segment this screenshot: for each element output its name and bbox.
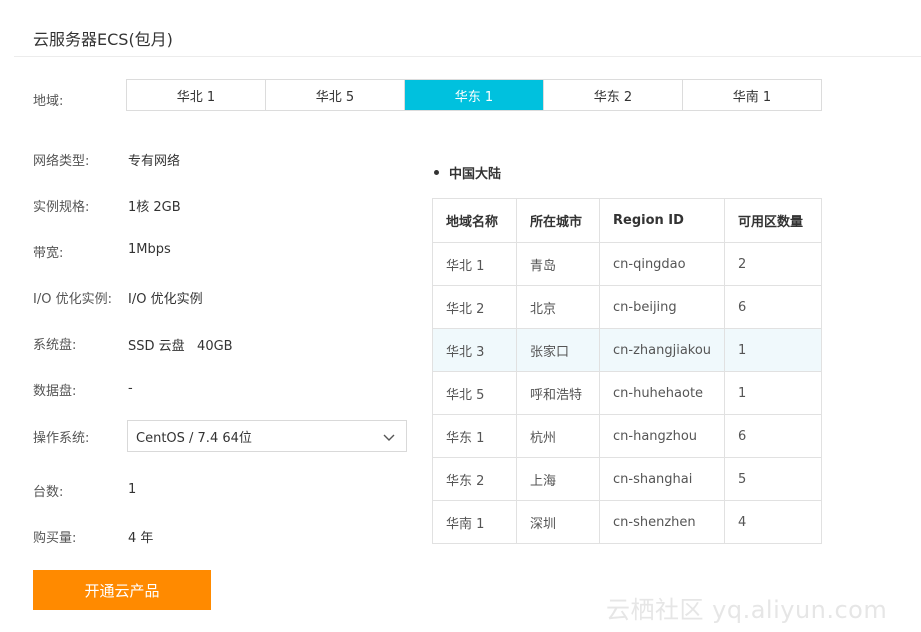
table-cell: 1 [724, 328, 823, 372]
table-cell: 6 [724, 285, 823, 329]
table-cell: 5 [724, 457, 823, 501]
page-header: 云服务器ECS(包月) [14, 0, 921, 57]
table-cell: cn-huhehaote [598, 371, 726, 415]
table-cell: 2 [724, 242, 823, 286]
table-cell: 6 [724, 414, 823, 458]
io-optimized-value: I/O 优化实例 [128, 292, 203, 307]
region-tabs: 华北 1 华北 5 华东 1 华东 2 华南 1 [126, 79, 822, 111]
table-cell: 张家口 [516, 328, 600, 372]
region-tab-huadong-2[interactable]: 华东 2 [544, 80, 683, 110]
os-select[interactable]: CentOS / 7.4 64位 [127, 420, 407, 452]
data-disk-value: - [128, 381, 133, 396]
column-header-region-id: Region ID [598, 198, 726, 243]
os-label: 操作系统: [33, 431, 90, 446]
table-row: 华北 1 青岛 cn-qingdao 2 [432, 242, 823, 286]
region-label: 地域: [33, 94, 64, 109]
table-cell: 华北 2 [432, 285, 517, 329]
table-cell: cn-shenzhen [598, 500, 726, 544]
table-cell: 杭州 [516, 414, 600, 458]
os-select-value: CentOS / 7.4 64位 [136, 430, 252, 446]
table-cell: 深圳 [516, 500, 600, 544]
watermark: 云栖社区 yq.aliyun.com [606, 596, 888, 624]
column-header-region-name: 地域名称 [432, 198, 517, 243]
table-cell: 华东 1 [432, 414, 517, 458]
table-cell: 上海 [516, 457, 600, 501]
quantity-value: 1 [128, 482, 137, 497]
region-tab-huadong-1[interactable]: 华东 1 [405, 80, 544, 110]
activate-product-button[interactable]: 开通云产品 [33, 570, 211, 610]
bandwidth-value: 1Mbps [128, 242, 171, 257]
table-cell: 青岛 [516, 242, 600, 286]
table-cell: cn-beijing [598, 285, 726, 329]
table-row: 华南 1 深圳 cn-shenzhen 4 [432, 500, 823, 544]
table-cell: 4 [724, 500, 823, 544]
table-cell: 华北 3 [432, 328, 517, 372]
region-tab-huabei-1[interactable]: 华北 1 [127, 80, 266, 110]
table-cell: 华北 5 [432, 371, 517, 415]
table-cell: 北京 [516, 285, 600, 329]
table-cell: 1 [724, 371, 823, 415]
table-row: 华东 2 上海 cn-shanghai 5 [432, 457, 823, 501]
bullet-icon [434, 170, 439, 175]
region-tab-huanan-1[interactable]: 华南 1 [683, 80, 821, 110]
system-disk-value: SSD 云盘 40GB [128, 339, 233, 354]
data-disk-label: 数据盘: [33, 384, 77, 399]
chevron-down-icon [383, 434, 395, 441]
instance-spec-value: 1核 2GB [128, 200, 181, 215]
table-header-row: 地域名称 所在城市 Region ID 可用区数量 [432, 198, 823, 243]
table-cell: cn-shanghai [598, 457, 726, 501]
network-type-value: 专有网络 [128, 154, 181, 169]
column-header-zone-count: 可用区数量 [724, 198, 823, 243]
table-cell: 华东 2 [432, 457, 517, 501]
mainland-heading-text: 中国大陆 [449, 167, 502, 182]
table-row-highlighted: 华北 3 张家口 cn-zhangjiakou 1 [432, 328, 823, 372]
table-cell: cn-qingdao [598, 242, 726, 286]
table-row: 华北 2 北京 cn-beijing 6 [432, 285, 823, 329]
table-row: 华北 5 呼和浩特 cn-huhehaote 1 [432, 371, 823, 415]
quantity-label: 台数: [33, 485, 64, 500]
table-row: 华东 1 杭州 cn-hangzhou 6 [432, 414, 823, 458]
table-cell: cn-hangzhou [598, 414, 726, 458]
purchase-duration-label: 购买量: [33, 531, 77, 546]
region-tab-huabei-5[interactable]: 华北 5 [266, 80, 405, 110]
instance-spec-label: 实例规格: [33, 200, 90, 215]
system-disk-label: 系统盘: [33, 338, 77, 353]
table-cell: cn-zhangjiakou [598, 328, 726, 372]
table-cell: 呼和浩特 [516, 371, 600, 415]
io-optimized-label: I/O 优化实例: [33, 292, 112, 307]
page-title: 云服务器ECS(包月) [33, 30, 173, 49]
network-type-label: 网络类型: [33, 154, 90, 169]
column-header-city: 所在城市 [516, 198, 600, 243]
bandwidth-label: 带宽: [33, 246, 64, 261]
table-cell: 华南 1 [432, 500, 517, 544]
purchase-duration-value: 4 年 [128, 531, 154, 546]
region-table: 地域名称 所在城市 Region ID 可用区数量 华北 1 青岛 cn-qin… [432, 198, 823, 544]
mainland-heading: 中国大陆 [434, 163, 501, 182]
table-cell: 华北 1 [432, 242, 517, 286]
